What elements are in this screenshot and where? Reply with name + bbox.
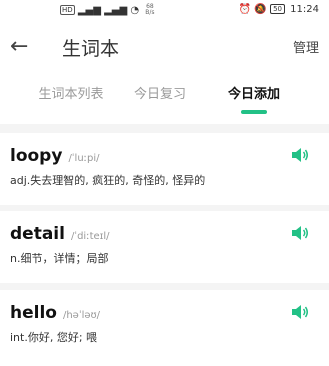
word-card[interactable] — [0, 362, 329, 366]
word-card[interactable]: hello/həˈləʊ/ int.你好, 您好; 喂 — [0, 290, 329, 362]
tab-bar: 生词本列表 今日复习 今日添加 — [0, 78, 329, 124]
speaker-icon[interactable] — [291, 304, 309, 320]
tab-word-list[interactable]: 生词本列表 — [36, 86, 106, 104]
phonetic: /ˈdiːteɪl/ — [70, 231, 110, 242]
speed-unit: B/s — [145, 9, 155, 16]
speaker-icon[interactable] — [291, 225, 309, 241]
back-arrow-icon[interactable]: ← — [10, 36, 28, 58]
clock: 11:24 — [290, 4, 319, 15]
phonetic: /ˈluːpi/ — [68, 153, 100, 164]
tab-active-indicator — [241, 110, 267, 114]
word-text: loopy — [10, 146, 63, 166]
word-card[interactable]: detail/ˈdiːteɪl/ n.细节，详情；局部 — [0, 211, 329, 283]
definition: adj.失去理智的, 疯狂的, 奇怪的, 怪异的 — [10, 174, 206, 187]
word-text: hello — [10, 303, 57, 323]
mute-icon: 🔕 — [254, 4, 267, 15]
definition: n.细节，详情；局部 — [10, 252, 109, 265]
header: ← 生词本 管理 — [0, 22, 329, 78]
page-title: 生词本 — [62, 38, 120, 60]
wifi-icon: ◔ — [130, 5, 140, 16]
status-bar: HD ▂▄▆ ▂▄▆ ◔ 68 B/s ⏰ 🔕 50 11:24 — [0, 0, 329, 22]
status-left: HD ▂▄▆ ▂▄▆ ◔ 68 B/s — [60, 4, 155, 16]
manage-button[interactable]: 管理 — [293, 41, 319, 57]
word-text: detail — [10, 224, 65, 244]
speaker-icon[interactable] — [291, 147, 309, 163]
alarm-icon: ⏰ — [238, 4, 252, 15]
hd-indicator: HD — [60, 5, 75, 15]
signal-icon: ▂▄▆ — [77, 5, 101, 16]
tab-today-added[interactable]: 今日添加 — [220, 86, 288, 104]
definition: int.你好, 您好; 喂 — [10, 331, 98, 344]
tab-today-review[interactable]: 今日复习 — [128, 86, 192, 104]
word-entry: hello/həˈləʊ/ — [10, 302, 100, 327]
network-speed: 68 B/s — [145, 4, 154, 16]
word-card[interactable]: loopy/ˈluːpi/ adj.失去理智的, 疯狂的, 奇怪的, 怪异的 — [0, 133, 329, 205]
word-entry: loopy/ˈluːpi/ — [10, 145, 100, 170]
signal-icon: ▂▄▆ — [104, 5, 128, 16]
phonetic: /həˈləʊ/ — [62, 310, 101, 321]
word-entry: detail/ˈdiːteɪl/ — [10, 223, 110, 248]
status-right: ⏰ 🔕 50 11:24 — [239, 4, 319, 15]
battery-icon: 50 — [270, 4, 285, 14]
